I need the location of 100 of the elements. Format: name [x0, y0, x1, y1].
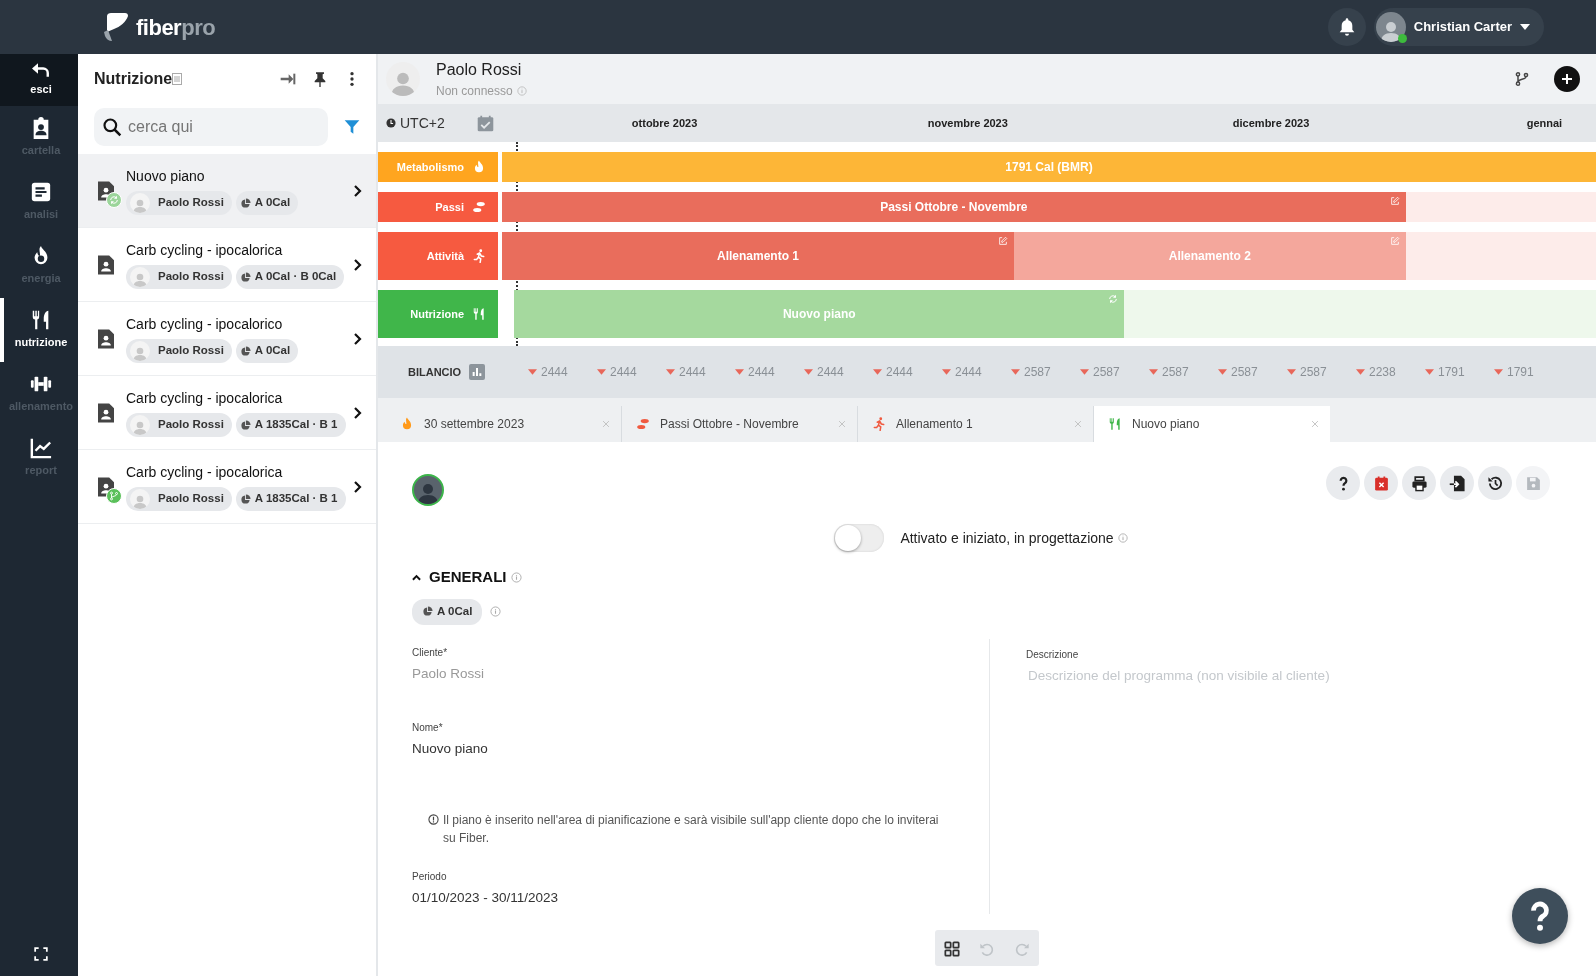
down-triangle-icon: [942, 369, 951, 375]
client-name: Paolo Rossi: [158, 343, 224, 359]
plan-list-item[interactable]: Carb cycling - ipocalorico Paolo Rossi A 0Cal: [78, 302, 376, 376]
arrow-to-line-icon: [280, 71, 296, 87]
bell-icon: [1338, 18, 1355, 36]
plan-list-item[interactable]: Carb cycling - ipocalorica Paolo Rossi A 1835Cal · B 1: [78, 376, 376, 450]
runner-icon: [872, 417, 886, 431]
balance-value: 2444: [610, 364, 637, 381]
avatar: [412, 474, 444, 506]
caret-icon: [412, 573, 421, 581]
balance-value: 2587: [1162, 364, 1189, 381]
filter-icon: [344, 119, 360, 135]
field-label: Descrizione: [1026, 647, 1080, 662]
branch-button[interactable]: [1514, 70, 1530, 88]
search-field[interactable]: cerca qui: [126, 114, 320, 140]
field-label: Cliente*: [412, 645, 449, 660]
calendar-check-icon: [477, 114, 494, 132]
chevron-right-icon: [354, 480, 362, 493]
balance-value: 2238: [1369, 364, 1396, 381]
info-icon: [510, 571, 522, 583]
plus-icon: [1561, 73, 1573, 85]
footprints-icon: [636, 417, 650, 431]
pie-chart-icon: [422, 606, 433, 617]
down-triangle-icon: [666, 369, 675, 375]
chevron-right-icon: [354, 184, 362, 197]
avatar: [130, 341, 150, 361]
balance-value: 2444: [679, 364, 706, 381]
clock-icon: [386, 118, 396, 128]
pie-chart-icon: [239, 345, 251, 357]
avatar: [130, 489, 150, 509]
help-button[interactable]: [1512, 888, 1568, 944]
balance-value: 2444: [748, 364, 775, 381]
pin-button[interactable]: [312, 71, 328, 87]
flame-icon: [400, 417, 414, 431]
balance-value: 2587: [1231, 364, 1258, 381]
history-button[interactable]: [1478, 466, 1512, 500]
avatar: [130, 193, 150, 213]
collapse-button[interactable]: [280, 71, 296, 87]
plan-title: Carb cycling - ipocalorica: [126, 389, 284, 408]
calorie-summary: A 0Cal: [254, 343, 291, 359]
notifications-button[interactable]: [1327, 8, 1366, 46]
balance-value: 2587: [1093, 364, 1120, 381]
section-header[interactable]: GENERALI: [412, 566, 507, 589]
pie-chart-icon: [239, 419, 251, 431]
back-button[interactable]: esci: [0, 54, 78, 106]
name-field[interactable]: Nuovo piano: [412, 738, 989, 759]
down-triangle-icon: [597, 369, 606, 375]
avatar: [130, 267, 150, 287]
down-triangle-icon: [1149, 369, 1158, 375]
info-icon: [1117, 533, 1128, 543]
panel-title: Nutrizione: [94, 69, 173, 89]
search-box[interactable]: cerca qui: [94, 108, 328, 146]
help-button[interactable]: [1326, 466, 1360, 500]
calorie-summary: A 0Cal: [437, 603, 473, 619]
calorie-summary: A 1835Cal · B 1: [254, 491, 338, 507]
caret-down-icon: [1520, 24, 1530, 30]
bar-label: Allenamento 1: [716, 248, 799, 265]
bar-label: Passi Ottobre - Novembre: [880, 199, 1028, 216]
field-label: Nome*: [412, 720, 444, 735]
filter-button[interactable]: [344, 119, 360, 135]
status-label: Attivato e iniziato, in progettazione: [900, 528, 1114, 548]
chevron-right-icon: [354, 258, 362, 271]
close-icon: [1073, 419, 1083, 429]
down-triangle-icon: [804, 369, 813, 375]
back-arrow-icon: [32, 62, 50, 79]
calorie-summary: A 0Cal: [254, 195, 291, 211]
status-toggle[interactable]: [834, 524, 885, 552]
print-button[interactable]: [1402, 466, 1436, 500]
chevron-right-icon: [354, 406, 362, 419]
plan-list-item[interactable]: Nuovo piano Paolo Rossi A 0Cal: [78, 154, 376, 228]
user-menu-button[interactable]: Christian Carter: [1373, 8, 1544, 46]
timezone-label: UTC+2: [400, 113, 445, 133]
add-button[interactable]: [1554, 66, 1580, 92]
fork-knife-icon: [1108, 417, 1122, 431]
description-field[interactable]: Descrizione del programma (non visibile al cliente): [1026, 665, 1550, 686]
pie-chart-icon: [239, 197, 251, 209]
calorie-summary: A 1835Cal · B 1: [254, 417, 338, 433]
down-triangle-icon: [735, 369, 744, 375]
unschedule-button[interactable]: [1364, 466, 1398, 500]
chevron-right-icon: [354, 332, 362, 345]
period-field[interactable]: 01/10/2023 - 30/11/2023: [412, 888, 989, 909]
info-note: Il piano è inserito nell'area di pianificazione e sarà visibile sull'app cliente dopo che lo inviterai su Fiber.: [443, 812, 940, 847]
plan-list-item[interactable]: Carb cycling - ipocalorica Paolo Rossi A 1835Cal · B 1: [78, 450, 376, 524]
flame-icon: [472, 160, 486, 174]
branch-icon: [1514, 70, 1530, 88]
person-file-icon: [98, 254, 114, 275]
down-triangle-icon: [1011, 369, 1020, 375]
close-icon: [601, 419, 611, 429]
tab[interactable]: Nuovo piano: [1094, 406, 1330, 442]
document-icon: [172, 73, 183, 85]
fork-knife-icon: [472, 307, 486, 321]
client-name: Paolo Rossi: [158, 269, 224, 285]
grid-icon: [944, 940, 961, 957]
client-name: Paolo Rossi: [436, 60, 523, 80]
logo-text: fiberpro: [136, 13, 216, 42]
avatar: [130, 415, 150, 435]
close-icon: [1310, 419, 1320, 429]
plan-list-item[interactable]: Carb cycling - ipocalorica Paolo Rossi A 0Cal · B 0Cal: [78, 228, 376, 302]
import-button[interactable]: [1440, 466, 1474, 500]
bar-chart-icon: [469, 364, 486, 380]
